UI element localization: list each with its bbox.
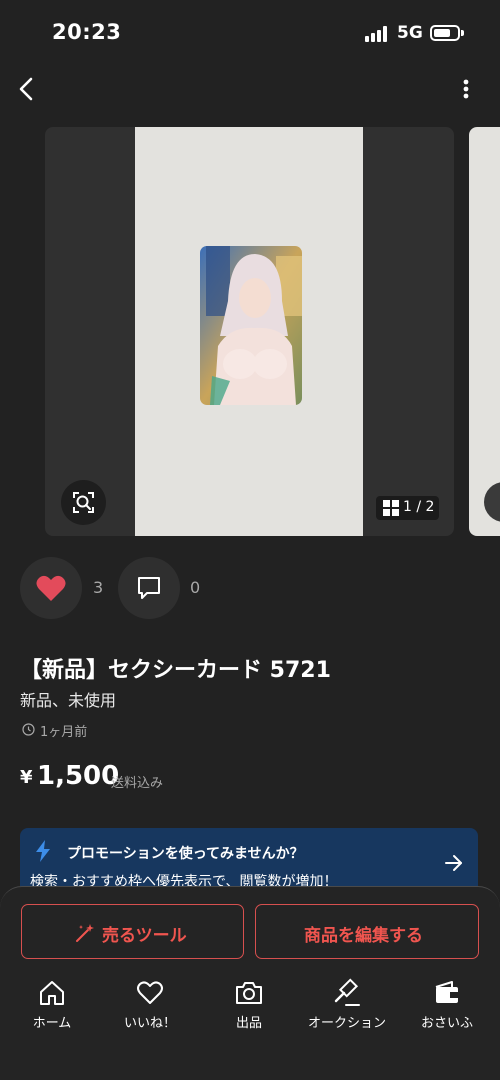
status-bar: 20:23 5G [0,0,500,64]
sell-tools-label: 売るツール [102,926,187,946]
chevron-left-icon [19,77,33,101]
comment-icon [138,577,160,599]
tab-home-label: ホーム [32,1016,72,1031]
more-menu-button[interactable] [452,72,480,106]
more-vertical-icon [463,79,469,99]
tab-wallet[interactable]: おさいふ [397,978,497,1038]
photo-background [135,127,363,536]
photo-counter[interactable]: 1 / 2 [376,496,439,520]
battery-icon [430,25,460,41]
comment-count: 0 [190,578,201,597]
shipping-note: 送料込み [111,776,164,791]
photo-counter-text: 1 / 2 [403,499,435,515]
grid-icon [383,500,399,516]
status-time: 20:23 [52,20,122,44]
tab-likes-label: いいね！ [123,1016,176,1031]
posted-time-text: 1ヶ月前 [40,725,88,740]
item-photo[interactable] [45,127,454,536]
heart-filled-icon [36,575,66,601]
gavel-icon [334,978,360,1006]
magic-wand-icon [76,924,94,942]
home-icon [40,981,64,1005]
next-photo-peek[interactable] [469,127,500,536]
network-label: 5G [397,23,423,43]
edit-item-button[interactable]: 商品を編集する [255,904,479,959]
heart-icon [137,981,163,1004]
scan-search-icon [73,492,94,513]
comment-button[interactable] [118,557,180,619]
item-condition: 新品、未使用 [20,691,117,710]
promotion-title: プロモーションを使ってみませんか？ [67,846,304,862]
tab-listing[interactable]: 出品 [199,978,299,1038]
back-button[interactable] [12,72,44,106]
edit-item-label: 商品を編集する [304,926,423,946]
tab-wallet-label: おさいふ [420,1016,473,1031]
like-button[interactable] [20,557,82,619]
battery-tip [461,30,464,36]
tab-listing-label: 出品 [235,1016,262,1031]
signal-icon [365,26,391,42]
clock-icon [22,723,35,736]
item-title: 【新品】セクシーカード 5721 [20,658,331,683]
tab-likes[interactable]: いいね！ [100,978,200,1038]
tab-auction[interactable]: オークション [297,978,397,1038]
sell-tools-button[interactable]: 売るツール [21,904,244,959]
like-count: 3 [93,578,104,597]
card-image [200,246,302,405]
camera-icon [236,982,262,1004]
arrow-right-icon [445,855,462,871]
image-search-button[interactable] [61,480,106,525]
tab-home[interactable]: ホーム [2,978,102,1038]
tab-auction-label: オークション [307,1016,386,1031]
wallet-icon [435,981,458,1003]
lightning-icon [36,840,50,862]
currency-symbol: ¥ [20,767,33,788]
price-value: 1,500 [37,761,120,791]
photo-carousel[interactable] [0,127,500,536]
